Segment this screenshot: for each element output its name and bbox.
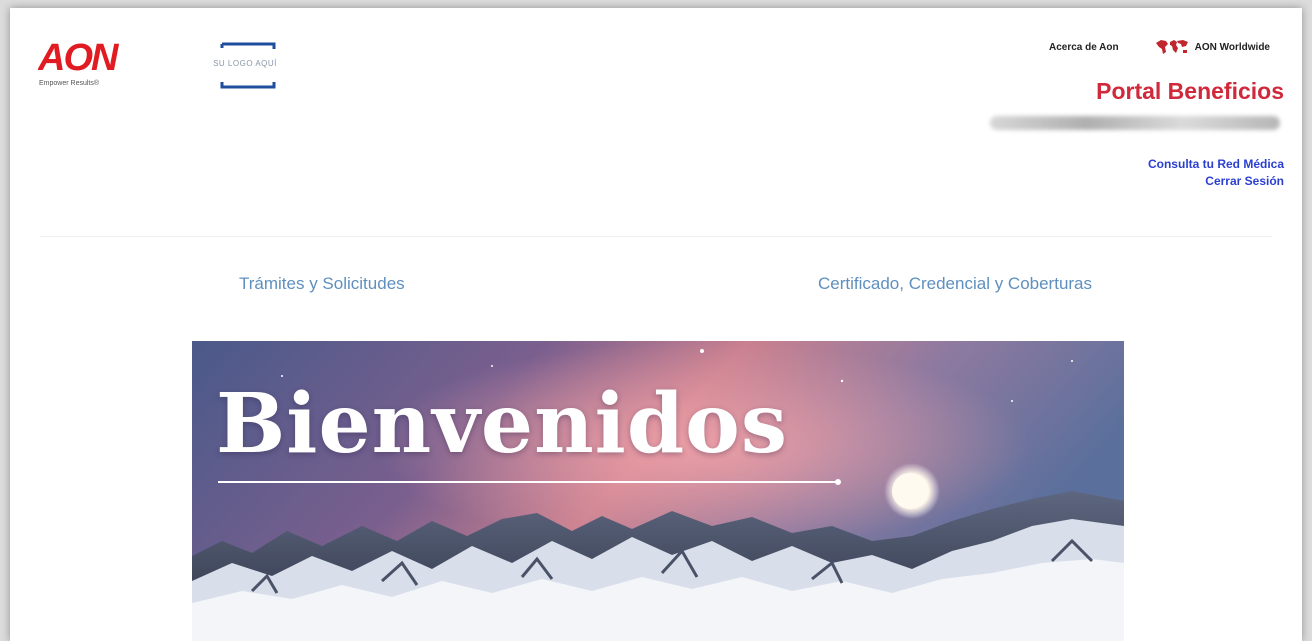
page-frame: AON Empower Results® SU LOGO AQUÍ Acerca… [10, 8, 1302, 641]
aon-logo-text: AON [38, 37, 120, 76]
top-links: Acerca de Aon AON Worldwide [1049, 38, 1270, 56]
aon-worldwide-label: AON Worldwide [1194, 41, 1270, 53]
about-aon-link[interactable]: Acerca de Aon [1049, 42, 1119, 53]
medical-network-link[interactable]: Consulta tu Red Médica [1148, 156, 1284, 173]
client-logo-placeholder: SU LOGO AQUÍ [200, 40, 290, 92]
aon-worldwide-link[interactable]: AON Worldwide [1155, 38, 1270, 56]
aon-logo[interactable]: AON Empower Results® [38, 36, 148, 96]
logout-link[interactable]: Cerrar Sesión [1148, 173, 1284, 190]
world-map-icon [1155, 40, 1188, 54]
welcome-title: Bienvenidos [216, 376, 789, 472]
portal-title: Portal Beneficios [1096, 78, 1284, 104]
nav-certificado-link[interactable]: Certificado, Credencial y Coberturas [818, 274, 1092, 294]
aon-tagline: Empower Results® [39, 80, 100, 87]
aon-logo-mark: AON [38, 37, 122, 76]
redacted-user-info [990, 116, 1280, 130]
welcome-underline [218, 479, 841, 485]
nav-tramites-link[interactable]: Trámites y Solicitudes [239, 274, 405, 294]
header-divider [40, 236, 1272, 237]
welcome-banner: Bienvenidos [192, 341, 1124, 641]
account-links: Consulta tu Red Médica Cerrar Sesión [1148, 156, 1284, 190]
client-logo-text: SU LOGO AQUÍ [213, 59, 277, 68]
